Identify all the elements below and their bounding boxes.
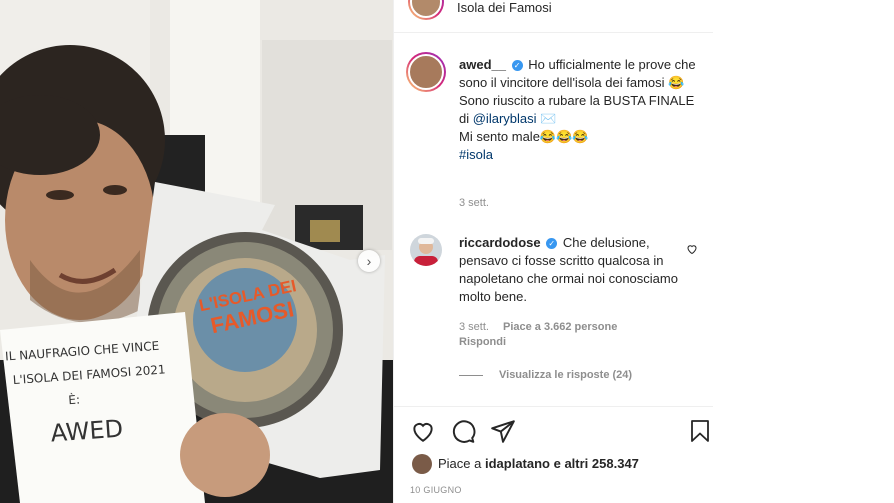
view-replies-button[interactable]: Visualizza le risposte (24)	[499, 369, 632, 381]
comment-avatar[interactable]	[410, 234, 442, 266]
verified-icon: ✓	[511, 60, 523, 72]
verified-icon: ✓	[546, 238, 558, 250]
caption-username[interactable]: awed__	[459, 57, 506, 72]
header-divider	[394, 32, 714, 33]
post-photo: L'ISOLA DEI FAMOSI IL NAUFRAGIO CHE VINC…	[0, 0, 393, 503]
comment-like-icon[interactable]	[686, 243, 698, 255]
likes-prefix: Piace a	[438, 456, 485, 471]
comment-icon[interactable]	[450, 418, 476, 444]
mention-link[interactable]: @ilaryblasi	[473, 111, 537, 126]
like-icon[interactable]	[410, 418, 436, 444]
caption-avatar[interactable]	[406, 52, 446, 92]
location-link[interactable]: Isola dei Famosi	[457, 0, 552, 15]
comment-likes[interactable]: Piace a 3.662 persone	[503, 321, 617, 333]
share-icon[interactable]	[490, 418, 516, 444]
caption-time[interactable]: 3 sett.	[459, 197, 489, 209]
likes-count[interactable]: e altri 258.347	[550, 456, 639, 471]
liker-avatar[interactable]	[412, 454, 432, 474]
actions-divider	[394, 406, 714, 407]
replies-line	[459, 375, 483, 376]
next-photo-button[interactable]: ›	[358, 250, 380, 272]
header-avatar[interactable]	[408, 0, 444, 20]
reply-button[interactable]: Rispondi	[459, 336, 506, 348]
likes-user[interactable]: idaplatano	[485, 456, 550, 471]
save-icon[interactable]	[688, 418, 712, 444]
envelope-icon: ✉️	[536, 111, 557, 126]
page-background	[713, 0, 894, 503]
comment: riccardodose ✓ Che delusione, pensavo ci…	[459, 234, 679, 306]
comment-time[interactable]: 3 sett.	[459, 321, 489, 333]
hashtag-link[interactable]: #isola	[459, 147, 493, 162]
likes-summary[interactable]: Piace a idaplatano e altri 258.347	[438, 456, 639, 471]
handwritten-card: IL NAUFRAGIO CHE VINCE L'ISOLA DEI FAMOS…	[4, 332, 196, 457]
post-sidebar: Isola dei Famosi awed__ ✓ Ho ufficialmen…	[393, 0, 714, 503]
comment-username[interactable]: riccardodose	[459, 235, 541, 250]
post-date[interactable]: 10 GIUGNO	[410, 485, 462, 495]
caption: awed__ ✓ Ho ufficialmente le prove che s…	[459, 56, 699, 164]
caption-line-3: Mi sento male😂😂😂	[459, 129, 589, 144]
